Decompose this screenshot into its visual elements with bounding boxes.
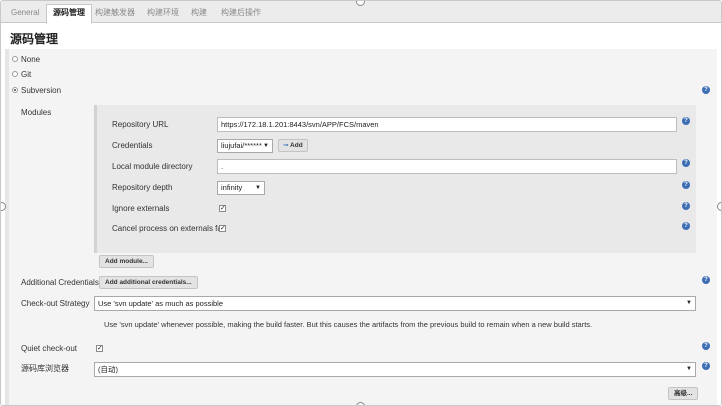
add-credentials-button-label: Add [290, 142, 303, 149]
local-module-directory-label: Local module directory [112, 162, 193, 171]
help-icon-repository-depth[interactable]: ? [682, 181, 690, 189]
section-left-bar [5, 49, 9, 405]
cancel-process-label: Cancel process on externals fail [112, 224, 226, 233]
radio-subversion[interactable] [12, 87, 18, 93]
dropdown-arrow-icon: ▼ [255, 185, 261, 191]
radio-none[interactable] [12, 56, 18, 62]
cancel-process-checkbox[interactable]: ✓ [219, 225, 226, 232]
help-icon-repository-url[interactable]: ? [682, 117, 690, 125]
ignore-externals-label: Ignore externals [112, 204, 170, 213]
tab-build-triggers[interactable]: 构建触发器 [89, 5, 141, 23]
add-credentials-button[interactable]: ⊸ Add [278, 139, 308, 152]
credentials-value: liujufai/****** [221, 141, 262, 150]
help-icon-additional-credentials[interactable]: ? [702, 276, 710, 284]
help-icon-subversion[interactable]: ? [702, 86, 710, 94]
section-title: 源码管理 [10, 32, 59, 46]
tab-build-environment[interactable]: 构建环境 [141, 5, 185, 23]
dropdown-arrow-icon: ▼ [263, 143, 269, 149]
key-icon: ⊸ [283, 142, 289, 149]
resize-handle-bottom[interactable] [356, 402, 365, 405]
repository-browser-value: (自动) [98, 365, 118, 374]
repository-depth-label: Repository depth [112, 183, 173, 192]
tab-post-build-actions[interactable]: 构建后操作 [215, 5, 267, 23]
radio-git[interactable] [12, 71, 18, 77]
radio-none-label: None [21, 55, 41, 64]
help-icon-quiet-checkout[interactable]: ? [702, 342, 710, 350]
resize-handle-right[interactable] [717, 202, 721, 211]
quiet-checkout-checkbox[interactable]: ✓ [96, 345, 103, 352]
credentials-label: Credentials [112, 141, 153, 150]
dropdown-arrow-icon: ▼ [686, 300, 692, 306]
radio-subversion-label: Subversion [21, 86, 62, 95]
repository-url-label: Repository URL [112, 120, 169, 129]
tab-general[interactable]: General [5, 5, 45, 23]
repository-depth-value: infinity [221, 183, 243, 192]
checkout-strategy-value: Use 'svn update' as much as possible [98, 299, 224, 308]
repository-url-field[interactable]: https://172.18.1.201:8443/svn/APP/FCS/ma… [217, 117, 677, 132]
checkout-strategy-select[interactable]: Use 'svn update' as much as possible ▼ [94, 296, 696, 311]
advanced-button[interactable]: 高级... [668, 387, 699, 400]
repository-browser-label: 源码库浏览器 [21, 364, 69, 373]
tab-build[interactable]: 构建 [185, 5, 213, 23]
credentials-select[interactable]: liujufai/****** ▼ [217, 139, 273, 153]
help-icon-local-module-directory[interactable]: ? [682, 159, 690, 167]
radio-git-label: Git [21, 70, 32, 79]
repository-depth-select[interactable]: infinity ▼ [217, 181, 265, 195]
modules-label: Modules [21, 108, 52, 117]
checkout-strategy-label: Check-out Strategy [21, 299, 90, 308]
repository-browser-select[interactable]: (自动) ▼ [94, 362, 696, 377]
add-module-button[interactable]: Add module... [99, 255, 154, 268]
help-icon-cancel-process[interactable]: ? [682, 222, 690, 230]
additional-credentials-label: Additional Credentials [21, 278, 99, 287]
help-icon-repository-browser[interactable]: ? [702, 362, 710, 370]
config-window: General 源码管理 构建触发器 构建环境 构建 构建后操作 源码管理 No… [0, 0, 722, 406]
ignore-externals-checkbox[interactable]: ✓ [219, 205, 226, 212]
local-module-directory-field[interactable]: . [217, 159, 677, 174]
quiet-checkout-label: Quiet check-out [21, 344, 78, 353]
tab-source-code-management[interactable]: 源码管理 [46, 4, 92, 24]
help-icon-ignore-externals[interactable]: ? [682, 202, 690, 210]
dropdown-arrow-icon: ▼ [686, 366, 692, 372]
checkout-strategy-description: Use 'svn update' whenever possible, maki… [104, 320, 593, 329]
add-additional-credentials-button[interactable]: Add additional credentials... [99, 276, 198, 289]
